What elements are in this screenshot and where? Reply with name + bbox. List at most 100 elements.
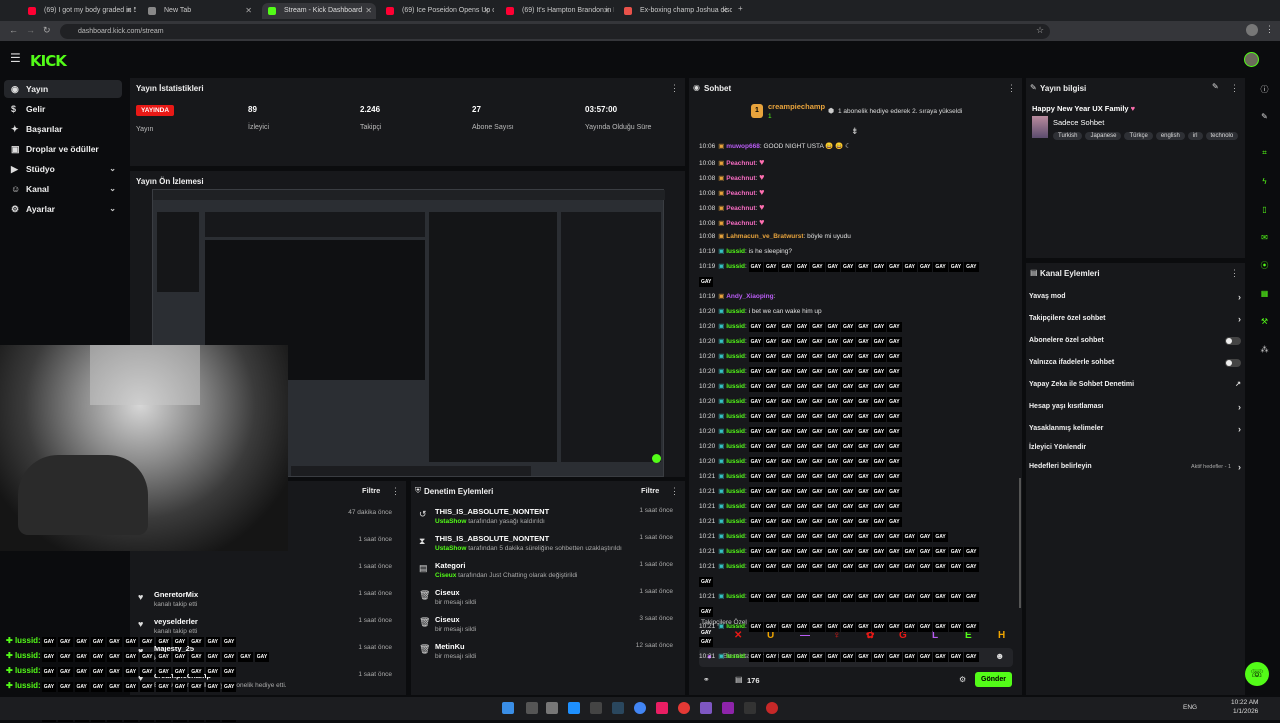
browser-menu-icon[interactable]: ⋮ [1265, 24, 1274, 35]
browser-tab[interactable]: Ex-boxing champ Joshua dischi...✕ [618, 3, 732, 19]
close-tab-icon[interactable]: ✕ [125, 3, 132, 19]
chat-username[interactable]: lussid [726, 518, 745, 525]
record-icon[interactable] [678, 702, 690, 714]
moderation-more-icon[interactable]: ⋮ [670, 486, 679, 497]
moderation-target[interactable]: Ciseux [435, 588, 460, 597]
channel-action-8[interactable]: Hedefleri belirleyin Aktif hedefler - 1 › [1029, 457, 1241, 477]
send-button[interactable]: Gönder [975, 672, 1012, 687]
browser-tab[interactable]: Stream - Kick Dashboard ✕ [262, 3, 376, 19]
channel-action-6[interactable]: Yasaklanmış kelimeler › [1029, 419, 1241, 439]
stream-info-more-icon[interactable]: ⋮ [1230, 83, 1239, 94]
chat-username[interactable]: Lahmacun_ve_Bratwurst [726, 233, 803, 240]
edge-icon[interactable] [568, 702, 580, 714]
chat-username[interactable]: lussid [726, 458, 745, 465]
bookmark-star-icon[interactable]: ☆ [1036, 25, 1044, 36]
chat-username[interactable]: lussid [726, 653, 745, 660]
stream-tag[interactable]: Türkçe [1124, 132, 1153, 140]
chat-username[interactable]: lussid [726, 563, 745, 570]
moderator-name[interactable]: UstaShow [435, 545, 466, 552]
browser-alt-icon[interactable] [766, 702, 778, 714]
chrome-icon[interactable] [634, 702, 646, 714]
chat-username[interactable]: lussid [726, 413, 745, 420]
moderation-target[interactable]: MetinKu [435, 642, 465, 651]
more-icon[interactable]: ⋮ [670, 83, 679, 94]
lightning-icon[interactable]: ϟ [1258, 175, 1271, 188]
chat-username[interactable]: lussid [726, 383, 745, 390]
chat-username[interactable]: lussid [726, 308, 745, 315]
chevron-right-icon[interactable]: › [1238, 287, 1241, 307]
sidebar-item-1[interactable]: $ Gelir [4, 100, 122, 118]
user-avatar[interactable] [1244, 52, 1259, 67]
language-indicator[interactable]: ENG [1183, 704, 1197, 711]
stream-tag[interactable]: Turkish [1053, 132, 1083, 140]
activity-filter-button[interactable]: Filtre [362, 486, 380, 495]
sidebar-item-2[interactable]: ✦ Başarılar [4, 120, 122, 138]
chat-username[interactable]: lussid [726, 338, 745, 345]
sidebar-item-5[interactable]: ☺ Kanal ⌄ [4, 180, 122, 198]
info-icon[interactable]: ⓘ [1258, 83, 1271, 96]
chevron-right-icon[interactable]: › [1238, 397, 1241, 417]
emoji-icon[interactable]: ☻ [995, 651, 1004, 661]
reload-icon[interactable]: ↻ [43, 25, 51, 36]
chat-username[interactable]: lussid [726, 593, 745, 600]
chat-username[interactable]: lussid [726, 443, 745, 450]
chat-username[interactable]: lussid [726, 323, 745, 330]
kick-logo[interactable]: KICK [30, 52, 67, 70]
clock-date[interactable]: 1/1/2026 [1233, 708, 1258, 715]
chat-username[interactable]: lussid [726, 548, 745, 555]
sidebar-item-0[interactable]: ◉ Yayın [4, 80, 122, 98]
profile-avatar[interactable] [1246, 24, 1258, 36]
chevron-down-icon[interactable]: ⌄ [109, 180, 116, 198]
twitch-icon[interactable] [722, 702, 734, 714]
close-tab-icon[interactable]: ✕ [721, 3, 728, 19]
browser-tab[interactable]: New Tab ✕ [142, 3, 256, 19]
clock-time[interactable]: 10:22 AM [1231, 699, 1258, 706]
browser-tab[interactable]: (69) It's Hampton Brandon in N... ✕ [500, 3, 614, 19]
toggle-switch[interactable] [1225, 337, 1241, 345]
moderation-target[interactable]: Kategori [435, 561, 465, 570]
search-icon[interactable] [526, 702, 538, 714]
gear-icon[interactable]: ⚙ [959, 675, 966, 684]
chat-username[interactable]: lussid [726, 368, 745, 375]
chat-username[interactable]: lussid [726, 488, 745, 495]
steam-icon[interactable] [612, 702, 624, 714]
pinned-username[interactable]: creampiechamp [768, 102, 825, 111]
signal-icon[interactable]: ⦿ [1258, 259, 1271, 272]
sidebar-item-3[interactable]: ▣ Droplar ve ödüller [4, 140, 122, 158]
channel-action-4[interactable]: Yapay Zeka ile Sohbet Denetimi ↗ [1029, 375, 1241, 395]
chevron-right-icon[interactable]: › [1238, 419, 1241, 439]
pen-icon[interactable]: ✎ [1258, 110, 1271, 123]
task-view-icon[interactable] [546, 702, 558, 714]
url-input[interactable]: dashboard.kick.com/stream [60, 24, 1050, 39]
layout-icon[interactable]: ▦ [1258, 287, 1271, 300]
chat-username[interactable]: Peachnut [726, 175, 755, 182]
channel-actions-more-icon[interactable]: ⋮ [1230, 268, 1239, 279]
channel-action-3[interactable]: Yalnızca ifadelerle sohbet [1029, 353, 1241, 373]
stream-tag[interactable]: irl [1187, 132, 1203, 140]
chat-username[interactable]: lussid [726, 623, 745, 630]
forward-icon[interactable]: → [26, 25, 35, 35]
document-icon[interactable]: ▯ [1258, 203, 1271, 216]
channel-action-1[interactable]: Takipçilere özel sohbet › [1029, 309, 1241, 329]
apps-icon[interactable]: ⁂ [1258, 343, 1271, 356]
category-thumbnail[interactable] [1032, 116, 1048, 138]
category-name[interactable]: Sadece Sohbet [1053, 118, 1104, 127]
app-icon[interactable] [656, 702, 668, 714]
channel-action-7[interactable]: İzleyici Yönlendir [1029, 438, 1241, 458]
wrench-icon[interactable]: ⚒ [1258, 315, 1271, 328]
crop-icon[interactable]: ⌗ [1258, 146, 1271, 159]
close-tab-icon[interactable]: ✕ [245, 3, 252, 19]
toggle-switch[interactable] [1225, 359, 1241, 367]
chat-username[interactable]: lussid [726, 248, 745, 255]
chat-username[interactable]: lussid [726, 473, 745, 480]
sidebar-item-4[interactable]: ▶ Stüdyo ⌄ [4, 160, 122, 178]
moderation-target[interactable]: THIS_IS_ABSOLUTE_NONTENT [435, 534, 549, 543]
chat-username[interactable]: lussid [726, 263, 745, 270]
stream-tag[interactable]: technolo [1205, 132, 1239, 140]
chat-username[interactable]: lussid [726, 428, 745, 435]
channel-action-0[interactable]: Yavaş mod › [1029, 287, 1241, 307]
chevron-down-icon[interactable]: ⌄ [109, 200, 116, 218]
hamburger-menu-icon[interactable]: ☰ [10, 51, 21, 65]
back-icon[interactable]: ← [9, 25, 18, 35]
chat-username[interactable]: Peachnut [726, 190, 755, 197]
